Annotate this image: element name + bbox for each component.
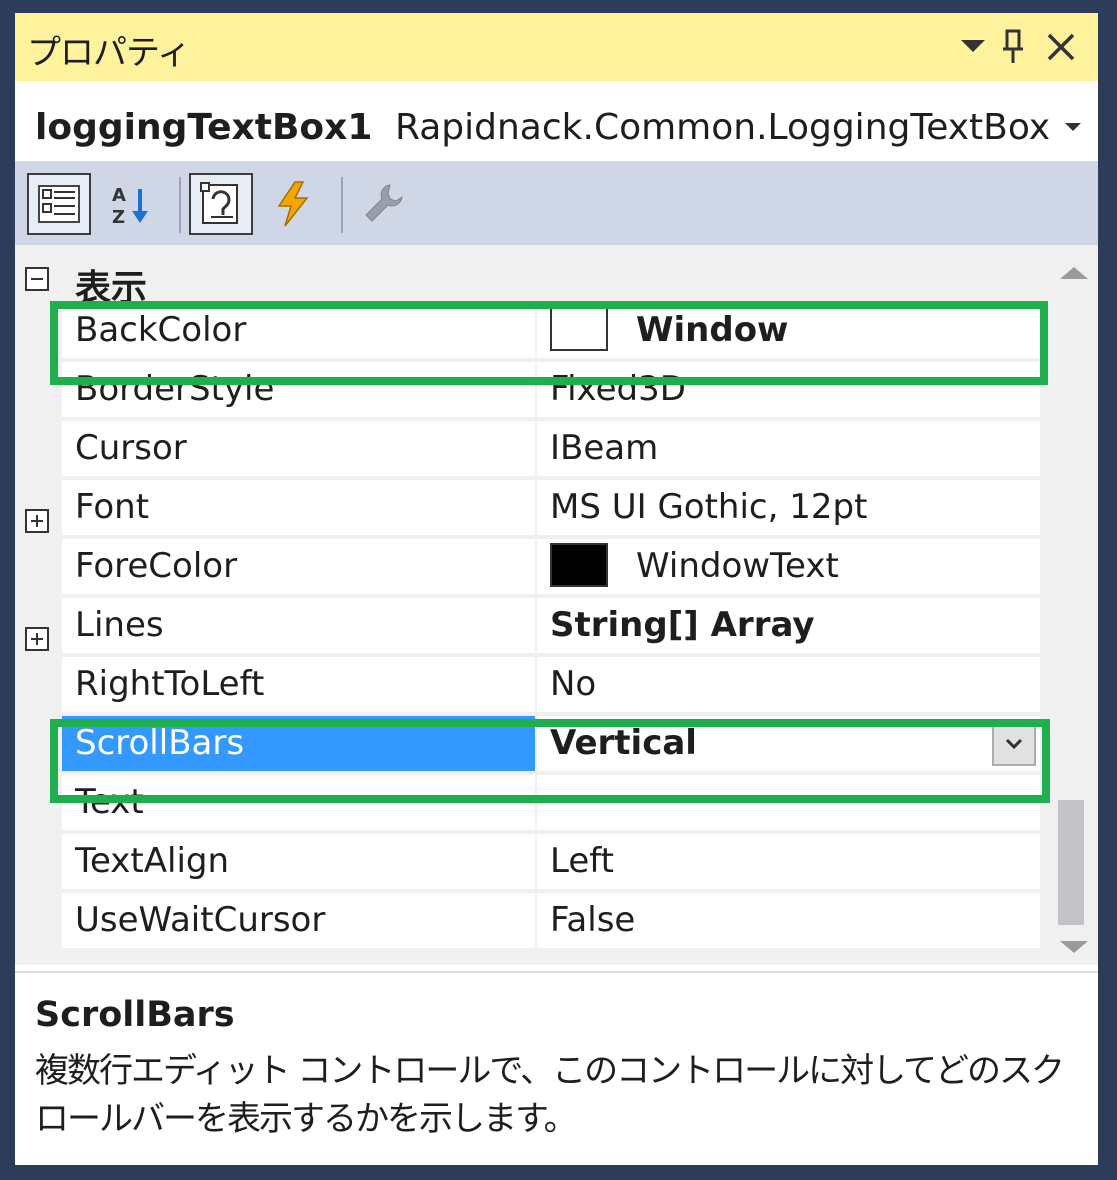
dropdown-icon[interactable] <box>955 27 991 67</box>
property-name: RightToLeft <box>62 657 537 712</box>
property-name: ForeColor <box>62 539 537 594</box>
alphabetical-icon: A Z <box>112 185 148 227</box>
property-value[interactable]: IBeam <box>537 421 1040 476</box>
object-selector[interactable]: loggingTextBox1 Rapidnack.Common.Logging… <box>15 81 1098 161</box>
events-button[interactable] <box>261 173 325 235</box>
property-grid: 表示 BackColor Window BorderStyle Fixed3D … <box>15 245 1098 965</box>
property-row-righttoleft[interactable]: RightToLeft No <box>62 657 1040 714</box>
property-row-font[interactable]: Font MS UI Gothic, 12pt <box>62 480 1040 537</box>
window-title: プロパティ <box>27 33 191 73</box>
properties-toolbar: A Z <box>15 161 1098 245</box>
highlight-scrollbars <box>50 719 1050 803</box>
property-row-textalign[interactable]: TextAlign Left <box>62 834 1040 891</box>
svg-text:A: A <box>112 185 126 206</box>
property-row-cursor[interactable]: Cursor IBeam <box>62 421 1040 478</box>
object-type: Rapidnack.Common.LoggingTextBox <box>395 107 1051 148</box>
description-text: 複数行エディット コントロールで、このコントロールに対してどのスクロールバーを表… <box>35 1051 1065 1139</box>
categorized-button[interactable] <box>27 173 91 235</box>
property-name: UseWaitCursor <box>62 893 537 948</box>
property-name: Cursor <box>62 421 537 476</box>
properties-button[interactable] <box>189 173 253 235</box>
toolbar-separator <box>341 177 343 233</box>
object-name: loggingTextBox1 <box>35 107 373 148</box>
scrollbar-thumb[interactable] <box>1058 800 1084 925</box>
category-row[interactable]: 表示 <box>15 245 1045 309</box>
property-value[interactable]: String[] Array <box>537 598 1040 653</box>
description-title: ScrollBars <box>35 995 235 1035</box>
categorized-icon <box>38 185 80 223</box>
properties-window: プロパティ loggingTextBox1 Rapidnack.Common.L… <box>15 13 1098 1165</box>
property-row-usewaitcursor[interactable]: UseWaitCursor False <box>62 893 1040 950</box>
title-bar: プロパティ <box>15 13 1098 81</box>
property-value[interactable]: WindowText <box>537 539 1040 594</box>
expand-icon[interactable] <box>25 509 49 533</box>
property-value[interactable]: MS UI Gothic, 12pt <box>537 480 1040 535</box>
property-value-text: WindowText <box>636 546 839 586</box>
events-icon <box>277 181 309 227</box>
alphabetical-button[interactable]: A Z <box>101 173 165 235</box>
chevron-down-icon[interactable] <box>1065 123 1081 131</box>
properties-icon <box>200 182 238 224</box>
collapse-icon[interactable] <box>25 267 49 291</box>
property-name: TextAlign <box>62 834 537 889</box>
toolbar-separator <box>179 177 181 233</box>
close-icon[interactable] <box>1043 27 1079 67</box>
scroll-up-arrow-icon[interactable] <box>1060 267 1088 279</box>
property-value[interactable]: False <box>537 893 1040 948</box>
property-value[interactable]: No <box>537 657 1040 712</box>
property-pages-icon <box>365 184 403 222</box>
property-name: Lines <box>62 598 537 653</box>
property-row-forecolor[interactable]: ForeColor WindowText <box>62 539 1040 596</box>
property-value[interactable]: Left <box>537 834 1040 889</box>
scroll-down-arrow-icon[interactable] <box>1060 941 1088 953</box>
property-pages-button[interactable] <box>351 173 415 235</box>
expand-icon[interactable] <box>25 627 49 651</box>
color-swatch <box>550 542 608 587</box>
pin-icon[interactable] <box>995 27 1031 67</box>
property-row-lines[interactable]: Lines String[] Array <box>62 598 1040 655</box>
description-pane: ScrollBars 複数行エディット コントロールで、このコントロールに対して… <box>15 971 1098 1165</box>
svg-text:Z: Z <box>112 207 125 227</box>
vertical-scrollbar[interactable] <box>1050 245 1098 965</box>
highlight-backcolor <box>50 301 1048 385</box>
property-name: Font <box>62 480 537 535</box>
